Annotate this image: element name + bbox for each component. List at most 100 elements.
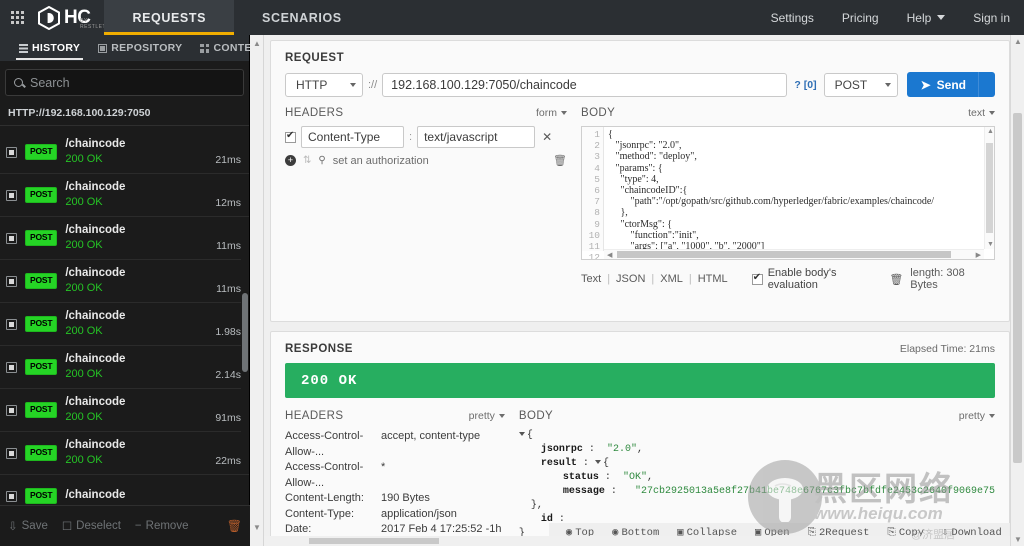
main-horizontal-scrollbar[interactable] — [264, 536, 1010, 546]
nav-pricing[interactable]: Pricing — [828, 0, 893, 35]
protocol-select[interactable]: HTTP — [285, 72, 363, 97]
search-input[interactable] — [30, 75, 235, 90]
scroll-right-icon[interactable]: ▶ — [976, 251, 981, 259]
method-select[interactable]: POST — [823, 72, 898, 97]
list-item[interactable]: POST /chaincode 200 OK 12ms — [0, 174, 249, 217]
send-button[interactable]: ➤ Send — [906, 72, 995, 97]
row-checkbox[interactable] — [6, 447, 17, 459]
header-enabled-checkbox[interactable] — [285, 130, 296, 143]
deselect-button[interactable]: ☐ Deselect — [62, 519, 121, 533]
editor-horizontal-scrollbar[interactable]: ◀ ▶ — [604, 249, 984, 259]
response-body-json[interactable]: { jsonrpc : "2.0", result : { status : "… — [518, 429, 1019, 543]
row-checkbox[interactable] — [6, 404, 17, 416]
scroll-down-icon[interactable]: ▼ — [987, 241, 994, 248]
scroll-up-icon[interactable]: ▲ — [253, 39, 261, 48]
header-key: Access-Control-Allow-... — [285, 461, 364, 489]
request-body-code[interactable]: { "jsonrpc": "2.0", "method": "deploy", … — [604, 127, 994, 251]
format-html-link[interactable]: HTML — [692, 273, 734, 285]
trash-icon[interactable]: 🗑 — [227, 519, 242, 533]
main-vertical-scrollbar[interactable]: ▲ ▼ — [1010, 35, 1024, 546]
list-item[interactable]: POST /chaincode — [0, 475, 249, 505]
body-mode-select[interactable]: text — [968, 107, 995, 119]
nav-help[interactable]: Help — [893, 0, 960, 35]
save-button[interactable]: ⇩ Save — [8, 519, 48, 533]
history-group-label: HTTP://192.168.100.129:7050 — [0, 102, 249, 126]
tab-requests[interactable]: REQUESTS — [104, 0, 235, 35]
row-checkbox[interactable] — [6, 490, 17, 502]
chevron-down-icon — [989, 414, 995, 418]
list-item[interactable]: POST /chaincode 200 OK 22ms — [0, 432, 249, 475]
row-checkbox[interactable] — [6, 361, 17, 373]
scroll-down-icon[interactable]: ▼ — [253, 523, 261, 532]
list-item[interactable]: POST /chaincode 200 OK 1.98s — [0, 303, 249, 346]
list-item[interactable]: POST /chaincode 200 OK 2.14s — [0, 346, 249, 389]
response-body-mode-select[interactable]: pretty — [959, 410, 995, 422]
editor-hscroll-thumb[interactable] — [617, 251, 951, 258]
list-item[interactable]: POST /chaincode 200 OK 11ms — [0, 260, 249, 303]
code-line: { — [608, 129, 613, 140]
variables-badge[interactable]: ? [0] — [787, 79, 823, 91]
sidebar-scrollbar-thumb[interactable] — [242, 293, 248, 372]
row-checkbox[interactable] — [6, 189, 17, 201]
row-checkbox[interactable] — [6, 318, 17, 330]
brand-logo[interactable]: HC BY RESTLET — [34, 0, 107, 35]
nav-settings[interactable]: Settings — [757, 0, 828, 35]
format-xml-link[interactable]: XML — [654, 273, 689, 285]
search-box[interactable] — [5, 69, 244, 96]
header-value-input[interactable] — [417, 126, 536, 148]
body-eval-checkbox[interactable] — [751, 272, 763, 285]
list-item[interactable]: POST /chaincode 200 OK 21ms — [0, 131, 249, 174]
scroll-up-icon[interactable]: ▲ — [987, 128, 994, 135]
apps-grid-icon[interactable] — [0, 0, 34, 35]
trash-icon[interactable]: 🗑 — [889, 273, 903, 286]
row-checkbox[interactable] — [6, 275, 17, 287]
send-dropdown-toggle[interactable] — [978, 72, 995, 97]
scroll-left-icon[interactable]: ◀ — [607, 251, 612, 259]
sidebar-tab-history[interactable]: HISTORY — [10, 35, 89, 61]
list-item-status: 200 OK — [65, 153, 103, 166]
main-vscroll-thumb[interactable] — [1013, 113, 1022, 463]
response-headers-mode-select[interactable]: pretty — [469, 410, 505, 422]
scroll-down-icon[interactable]: ▼ — [1014, 535, 1022, 544]
collapse-triangle-icon[interactable] — [594, 460, 601, 465]
response-columns: HEADERS pretty Access-Control-Allow-... … — [271, 398, 1019, 546]
nav-signin[interactable]: Sign in — [959, 0, 1024, 35]
table-row: Access-Control-Allow-... accept, content… — [285, 429, 505, 460]
set-authorization-link[interactable]: set an authorization — [333, 155, 429, 167]
repository-icon — [98, 43, 108, 53]
checkbox-empty-icon: ☐ — [61, 521, 73, 533]
headers-mode-select[interactable]: form — [536, 107, 567, 119]
brand-subtitle: BY RESTLET — [80, 18, 107, 30]
scroll-up-icon[interactable]: ▲ — [1014, 37, 1022, 46]
editor-vertical-scrollbar[interactable]: ▲ ▼ — [984, 127, 994, 249]
url-input[interactable] — [382, 72, 788, 97]
list-item[interactable]: POST /chaincode 200 OK 91ms — [0, 389, 249, 432]
main-hscroll-thumb[interactable] — [309, 538, 439, 544]
request-title: REQUEST — [285, 52, 345, 64]
format-text-link[interactable]: Text — [581, 273, 607, 285]
format-json-link[interactable]: JSON — [610, 273, 651, 285]
collapse-triangle-icon[interactable] — [518, 432, 525, 437]
nav-help-label: Help — [906, 10, 932, 25]
editor-vscroll-thumb[interactable] — [986, 143, 993, 233]
method-badge: POST — [25, 402, 58, 418]
url-row: HTTP :// ? [0] POST ➤ Send — [271, 68, 1009, 97]
sort-icon[interactable]: ⇅ — [303, 155, 311, 166]
list-item[interactable]: POST /chaincode 200 OK 11ms — [0, 217, 249, 260]
response-body-label: BODY — [518, 410, 554, 422]
list-item-time: 12ms — [215, 197, 241, 209]
close-icon[interactable]: ✕ — [542, 130, 552, 144]
row-checkbox[interactable] — [6, 146, 17, 158]
sidebar-tab-repository[interactable]: REPOSITORY — [89, 35, 191, 61]
line-number: 11 — [588, 241, 600, 253]
trash-icon[interactable]: 🗑 — [553, 154, 567, 167]
list-item-path: /chaincode — [65, 180, 126, 193]
remove-button[interactable]: − Remove — [135, 520, 189, 532]
tab-scenarios[interactable]: SCENARIOS — [234, 0, 370, 35]
sidebar-scrollbar[interactable] — [241, 227, 249, 464]
plus-circle-icon[interactable]: + — [285, 155, 296, 166]
header-name-input[interactable] — [301, 126, 404, 148]
row-checkbox[interactable] — [6, 232, 17, 244]
request-body-editor[interactable]: 1 2 3 4 5 6 7 8 9 10 11 12 {"jsonrpc": … — [581, 126, 995, 260]
body-eval-toggle[interactable]: Enable body's evaluation — [751, 267, 890, 291]
